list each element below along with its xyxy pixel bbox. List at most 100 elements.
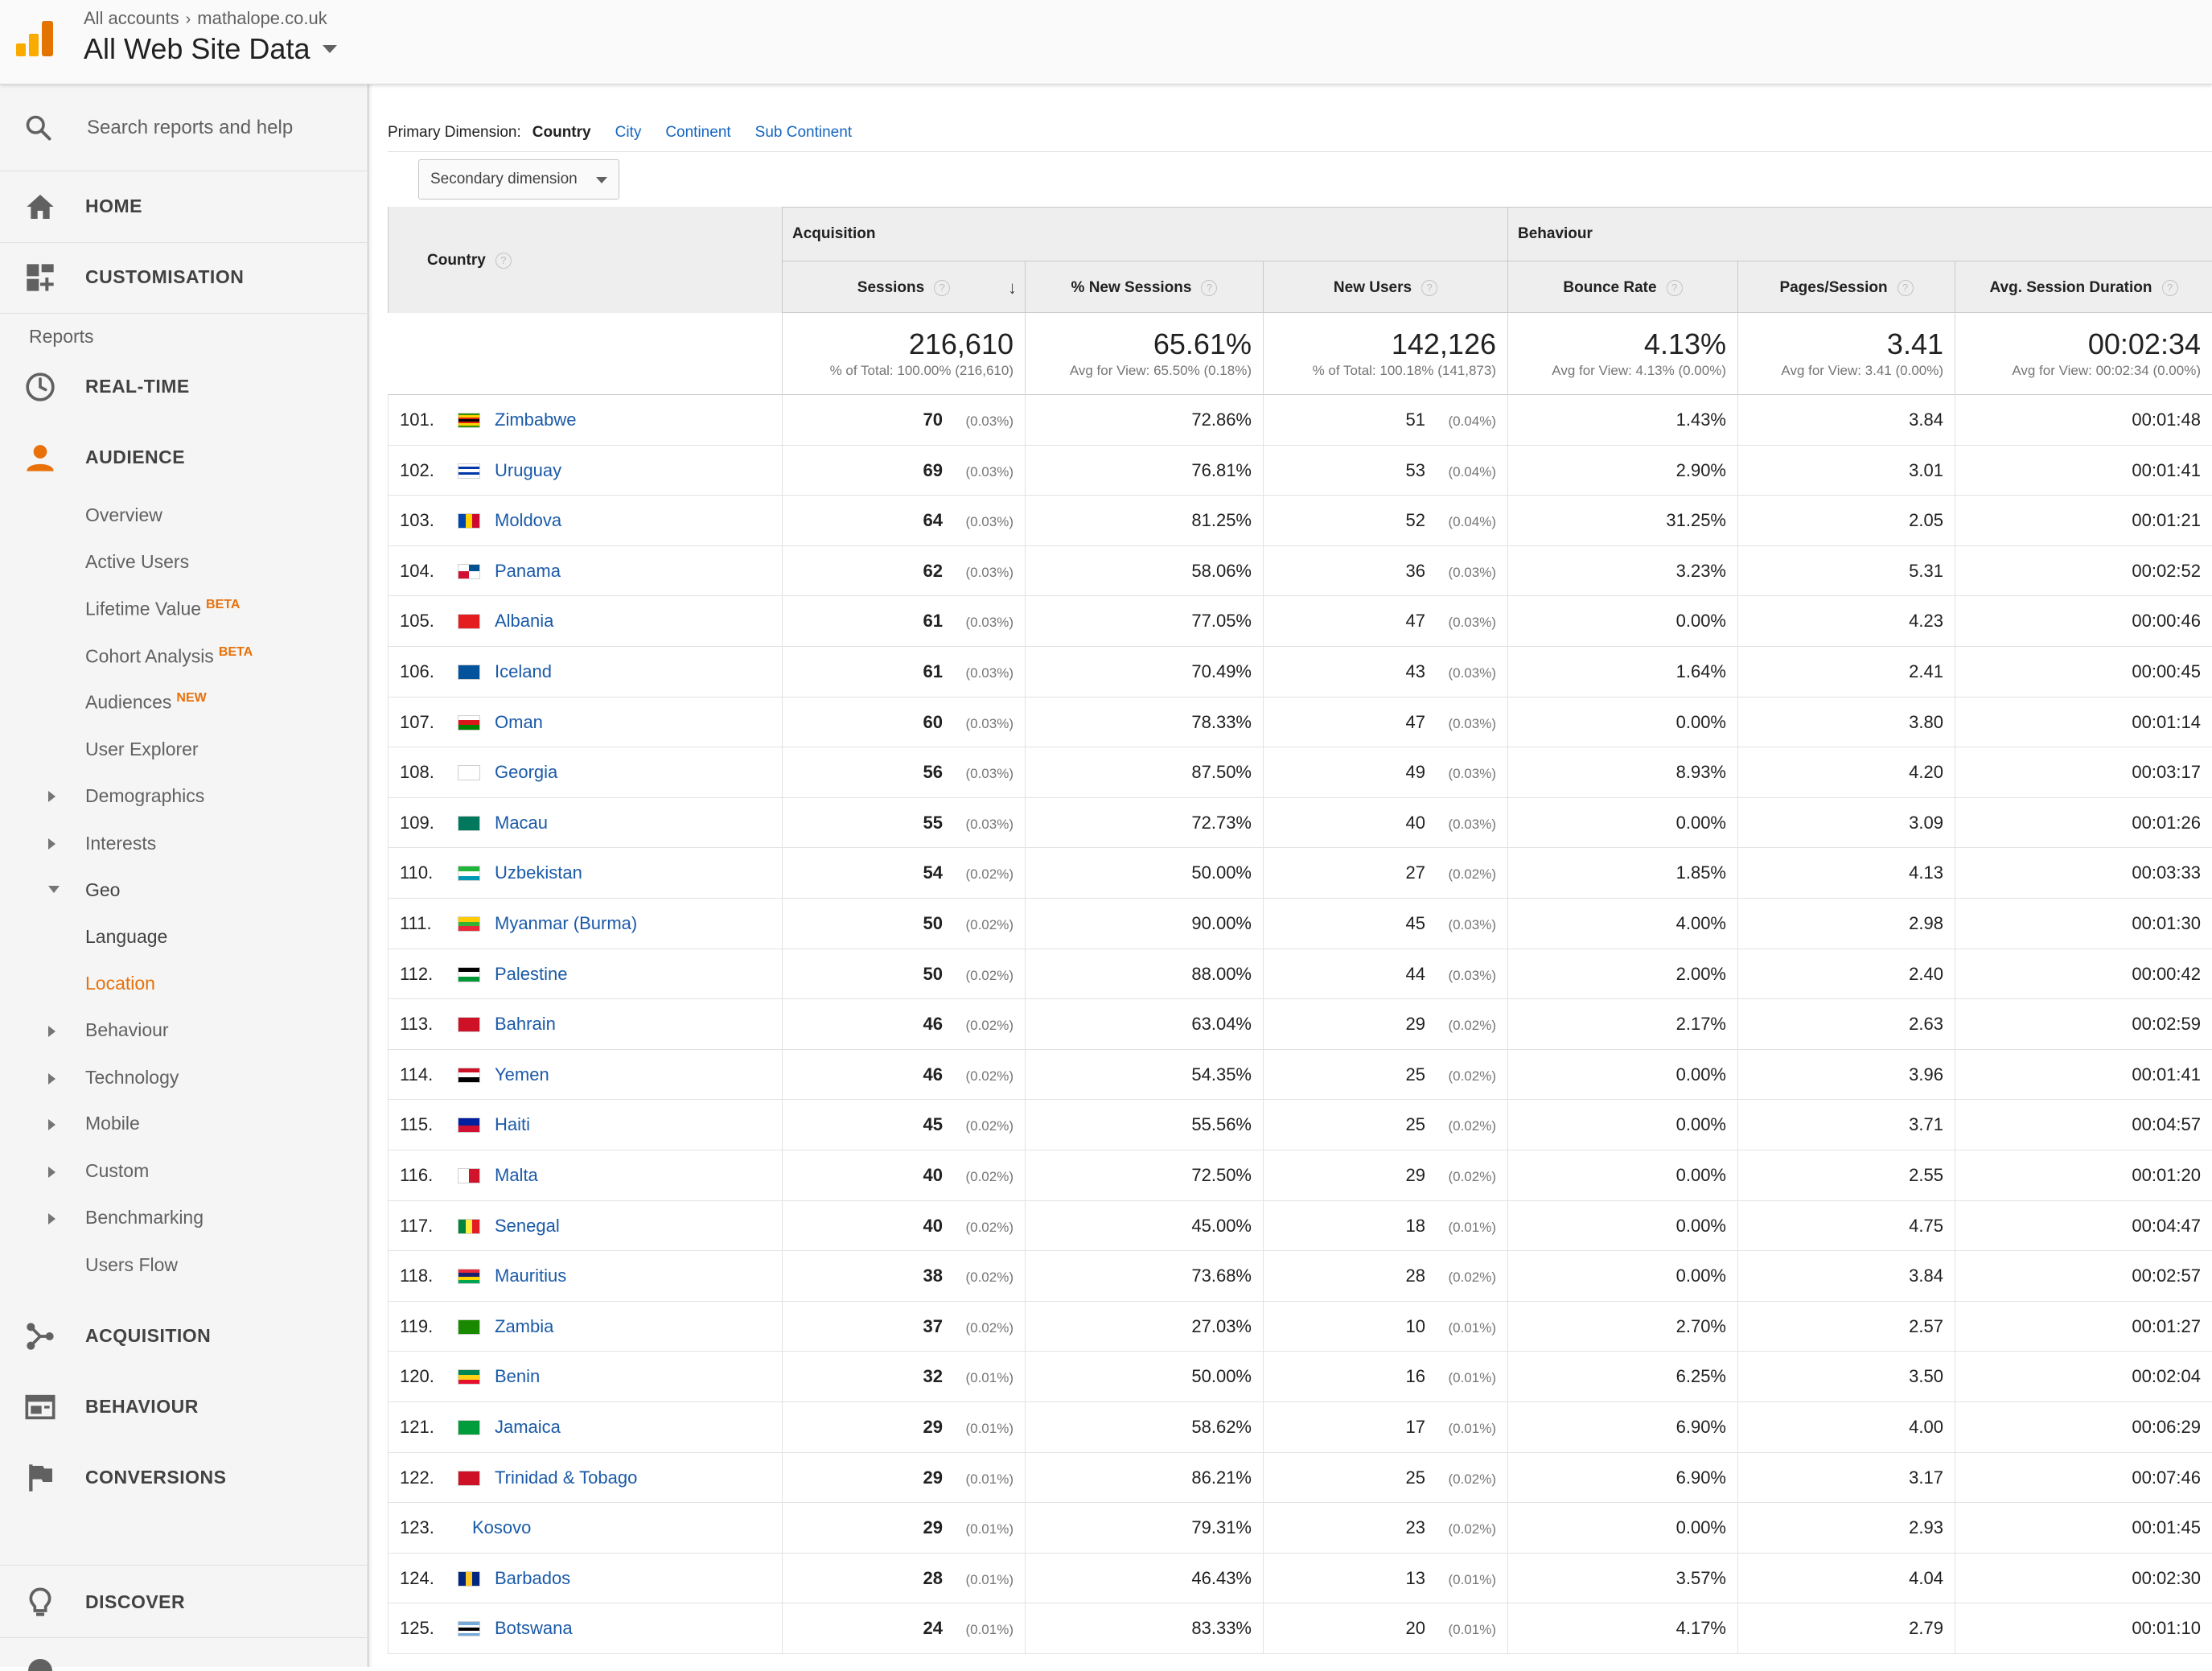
col-bounce-rate[interactable]: Bounce Rate?	[1507, 261, 1737, 313]
cell-pages-session: 2.41	[1737, 647, 1955, 697]
sidebar-item-user-explorer[interactable]: User Explorer	[85, 739, 199, 760]
country-link[interactable]: Bahrain	[495, 999, 556, 1049]
help-icon[interactable]: ?	[1897, 279, 1914, 296]
nav-conversions[interactable]: CONVERSIONS	[0, 1443, 368, 1513]
sidebar-item-mobile[interactable]: Mobile	[85, 1113, 140, 1134]
country-link[interactable]: Barbados	[495, 1554, 570, 1603]
nav-customisation[interactable]: CUSTOMISATION	[0, 242, 368, 313]
country-flag-icon	[458, 1420, 480, 1435]
nav-behaviour[interactable]: BEHAVIOUR	[0, 1372, 368, 1443]
country-link[interactable]: Palestine	[495, 949, 568, 999]
expand-arrow-icon[interactable]	[48, 1119, 56, 1130]
sidebar-item-custom[interactable]: Custom	[85, 1160, 149, 1182]
collapse-arrow-icon[interactable]	[48, 886, 60, 893]
nav-acquisition[interactable]: ACQUISITION	[0, 1301, 368, 1372]
country-link[interactable]: Mauritius	[495, 1251, 566, 1301]
help-icon[interactable]: ?	[495, 252, 512, 269]
new-users-value: 10	[1405, 1315, 1425, 1336]
col-avg-duration[interactable]: Avg. Session Duration?	[1955, 261, 2212, 313]
totals-row: 216,610 % of Total: 100.00% (216,610) 65…	[388, 313, 2212, 395]
breadcrumb-all-accounts[interactable]: All accounts	[84, 8, 179, 28]
nav-audience[interactable]: AUDIENCE	[0, 422, 368, 493]
country-link[interactable]: Myanmar (Burma)	[495, 899, 637, 949]
new-users-value: 40	[1405, 812, 1425, 833]
breadcrumb-property[interactable]: mathalope.co.uk	[197, 8, 327, 28]
help-icon[interactable]: ?	[1666, 279, 1683, 296]
country-link[interactable]: Zambia	[495, 1302, 553, 1352]
help-icon[interactable]: ?	[1421, 279, 1438, 296]
country-link[interactable]: Uzbekistan	[495, 848, 582, 898]
analytics-logo-icon[interactable]	[16, 19, 53, 56]
secondary-dimension-dropdown[interactable]: Secondary dimension	[418, 159, 619, 200]
country-flag-icon	[458, 1470, 480, 1486]
country-link[interactable]: Georgia	[495, 747, 557, 797]
nav-discover[interactable]: DISCOVER	[0, 1567, 368, 1638]
col-pages-session[interactable]: Pages/Session?	[1737, 261, 1955, 313]
country-link[interactable]: Yemen	[495, 1050, 549, 1100]
sidebar-item-lifetime-value[interactable]: Lifetime Value BETA	[85, 598, 240, 620]
help-icon[interactable]: ?	[2161, 279, 2178, 296]
sidebar-item-technology[interactable]: Technology	[85, 1067, 179, 1089]
country-link[interactable]: Iceland	[495, 647, 552, 697]
country-link[interactable]: Panama	[495, 546, 561, 596]
col-new-sessions[interactable]: % New Sessions?	[1025, 261, 1263, 313]
sidebar-item-behaviour[interactable]: Behaviour	[85, 1019, 169, 1041]
expand-arrow-icon[interactable]	[48, 1213, 56, 1224]
dimension-city-link[interactable]: City	[615, 124, 642, 142]
new-users-value: 23	[1405, 1517, 1425, 1538]
col-new-users[interactable]: New Users?	[1263, 261, 1507, 313]
col-country[interactable]: Country?	[388, 207, 782, 313]
country-link[interactable]: Jamaica	[495, 1402, 561, 1452]
nav-home[interactable]: HOME	[0, 171, 368, 242]
sidebar-item-active-users[interactable]: Active Users	[85, 551, 189, 573]
country-flag-icon	[458, 1168, 480, 1183]
expand-arrow-icon[interactable]	[48, 838, 56, 850]
cell-country: 108. Georgia	[388, 747, 782, 798]
cell-bounce-rate: 0.00%	[1507, 596, 1737, 647]
sessions-percent: (0.02%)	[965, 1018, 1013, 1034]
expand-arrow-icon[interactable]	[48, 791, 56, 802]
sidebar-item-overview[interactable]: Overview	[85, 504, 162, 526]
expand-arrow-icon[interactable]	[48, 1026, 56, 1037]
sidebar-item-location[interactable]: Location	[85, 973, 155, 994]
nav-realtime[interactable]: REAL-TIME	[0, 352, 368, 422]
search-reports[interactable]: Search reports and help	[0, 84, 368, 171]
help-icon[interactable]: ?	[934, 279, 951, 296]
sort-down-arrow-icon[interactable]: ↓	[1008, 278, 1017, 298]
cell-pages-session: 4.75	[1737, 1200, 1955, 1251]
sidebar-item-geo[interactable]: Geo	[85, 879, 120, 901]
country-link[interactable]: Moldova	[495, 496, 561, 545]
sidebar-item-users-flow[interactable]: Users Flow	[85, 1254, 178, 1276]
nav-audience-label: AUDIENCE	[85, 447, 186, 467]
sidebar-item-benchmarking[interactable]: Benchmarking	[85, 1207, 204, 1229]
view-selector[interactable]: All Web Site Data	[84, 32, 338, 66]
sidebar-item-language[interactable]: Language	[85, 926, 167, 948]
dimension-sub-continent-link[interactable]: Sub Continent	[755, 124, 852, 142]
country-link[interactable]: Uruguay	[495, 446, 561, 496]
expand-arrow-icon[interactable]	[48, 1073, 56, 1085]
nav-acquisition-label: ACQUISITION	[85, 1325, 212, 1346]
sidebar-item-cohort-analysis[interactable]: Cohort Analysis BETA	[85, 645, 253, 668]
country-link[interactable]: Zimbabwe	[495, 395, 576, 445]
country-link[interactable]: Macau	[495, 798, 548, 848]
country-link[interactable]: Haiti	[495, 1100, 530, 1150]
sidebar-item-audiences[interactable]: Audiences NEW	[85, 691, 207, 714]
country-link[interactable]: Oman	[495, 698, 543, 747]
country-link[interactable]: Senegal	[495, 1201, 560, 1251]
gear-icon[interactable]	[24, 1655, 56, 1671]
dimension-continent-link[interactable]: Continent	[665, 124, 730, 142]
country-link[interactable]: Albania	[495, 596, 553, 646]
cell-country: 122. Trinidad & Tobago	[388, 1452, 782, 1503]
divider	[0, 1637, 368, 1638]
help-icon[interactable]: ?	[1201, 279, 1218, 296]
sidebar-item-interests[interactable]: Interests	[85, 833, 156, 854]
country-link[interactable]: Benin	[495, 1352, 540, 1401]
col-sessions[interactable]: Sessions? ↓	[782, 261, 1025, 313]
sidebar-item-demographics[interactable]: Demographics	[85, 785, 204, 807]
cell-country: 103. Moldova	[388, 496, 782, 546]
country-link[interactable]: Kosovo	[472, 1503, 531, 1553]
country-link[interactable]: Trinidad & Tobago	[495, 1453, 637, 1503]
country-link[interactable]: Malta	[495, 1150, 538, 1200]
country-link[interactable]: Botswana	[495, 1603, 573, 1653]
expand-arrow-icon[interactable]	[48, 1167, 56, 1178]
